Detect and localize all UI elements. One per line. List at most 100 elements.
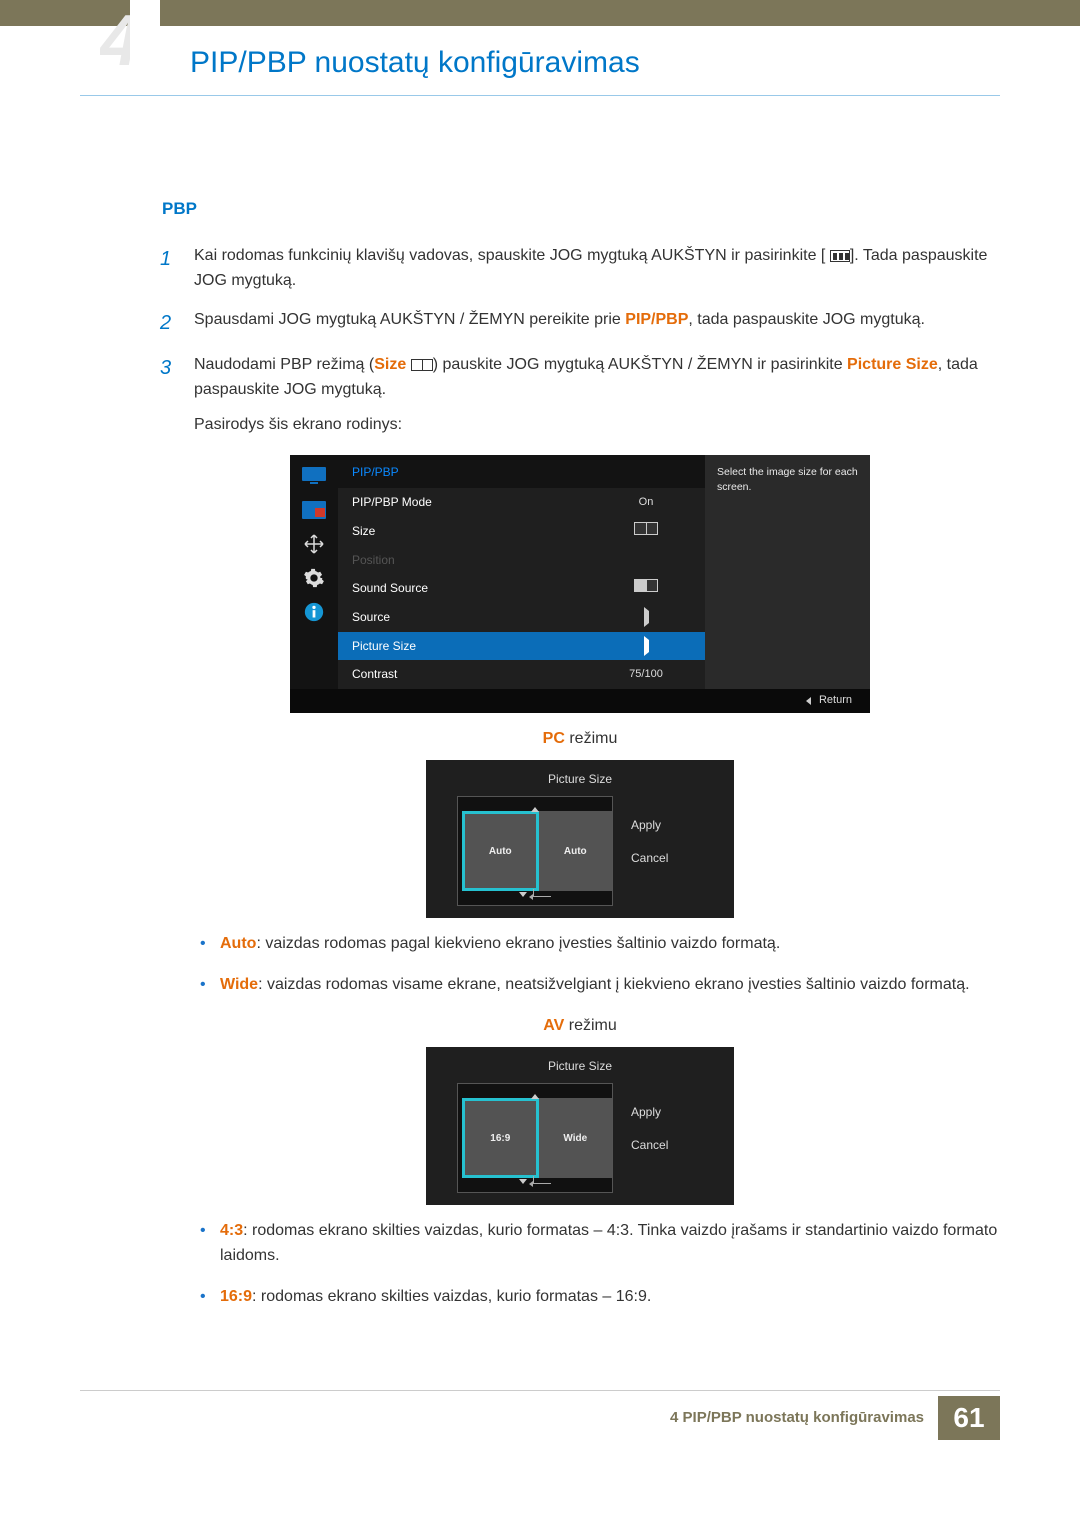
osd-row-contrast[interactable]: Contrast 75/100 — [338, 660, 705, 689]
row-label: Contrast — [352, 665, 601, 684]
pbp-left-pane[interactable]: 16:9 — [462, 1098, 539, 1178]
apply-button[interactable]: Apply — [631, 816, 703, 835]
footer-line — [80, 1390, 1000, 1391]
osd-tip-panel: Select the image size for each screen. — [705, 455, 870, 689]
pc-mode-bullets: Auto: vaizdas rodomas pagal kiekvieno ek… — [200, 932, 1000, 998]
text: Naudodami PBP režimą ( — [194, 356, 374, 373]
list-item: Wide: vaizdas rodomas visame ekrane, nea… — [200, 973, 1000, 998]
text: : vaizdas rodomas pagal kiekvieno ekrano… — [256, 935, 780, 952]
text: : rodomas ekrano skilties vaizdas, kurio… — [252, 1288, 651, 1305]
row-label: Source — [352, 608, 601, 627]
cancel-button[interactable]: Cancel — [631, 849, 703, 868]
page-number: 61 — [938, 1396, 1000, 1440]
text: : rodomas ekrano skilties vaizdas, kurio… — [220, 1222, 997, 1264]
list-item: Auto: vaizdas rodomas pagal kiekvieno ek… — [200, 932, 1000, 957]
osd-menu: PIP/PBP PIP/PBP Mode On Size Position — [290, 455, 870, 713]
highlight: Auto — [220, 935, 256, 952]
pc-mode-dialog: Picture Size Auto Auto Apply Cancel — [426, 760, 734, 919]
osd-row-picture-size[interactable]: Picture Size — [338, 632, 705, 661]
list-item: 16:9: rodomas ekrano skilties vaizdas, k… — [200, 1285, 1000, 1310]
apply-button[interactable]: Apply — [631, 1103, 703, 1122]
pbp-right-pane[interactable]: Wide — [539, 1098, 612, 1178]
highlight: PIP/PBP — [625, 311, 688, 328]
step-body: Kai rodomas funkcinių klavišų vadovas, s… — [194, 244, 1000, 294]
step-number: 3 — [160, 353, 194, 437]
osd-row-mode[interactable]: PIP/PBP Mode On — [338, 488, 705, 517]
row-value — [601, 579, 691, 598]
sound-source-icon — [634, 579, 658, 592]
highlight: Wide — [220, 976, 258, 993]
return-label[interactable]: Return — [819, 692, 852, 709]
av-mode-label: AV režimu — [160, 1014, 1000, 1039]
arrow-down-icon — [519, 1179, 527, 1184]
arrow-left-icon — [806, 697, 811, 705]
header-underline — [80, 95, 1000, 96]
page-footer: 4 PIP/PBP nuostatų konfigūravimas 61 — [0, 1396, 1080, 1440]
monitor-icon[interactable] — [297, 461, 331, 491]
list-item: 4:3: rodomas ekrano skilties vaizdas, ku… — [200, 1219, 1000, 1269]
pc-mode-label: PC režimu — [160, 727, 1000, 752]
osd-side-icons — [290, 455, 338, 689]
osd-row-sound[interactable]: Sound Source — [338, 574, 705, 603]
row-label: Sound Source — [352, 579, 601, 598]
dialog-title: Picture Size — [426, 1057, 734, 1076]
step-3: 3 Naudodami PBP režimą (Size ) pauskite … — [160, 353, 1000, 437]
step-body: Naudodami PBP režimą (Size ) pauskite JO… — [194, 353, 1000, 437]
text: Spausdami JOG mygtuką AUKŠTYN / ŽEMYN pe… — [194, 311, 625, 328]
pbp-right-pane[interactable]: Auto — [539, 811, 612, 891]
picture-icon[interactable] — [297, 495, 331, 525]
osd-row-size[interactable]: Size — [338, 517, 705, 546]
top-khaki-bar — [0, 0, 1080, 26]
menu-grid-icon — [830, 250, 850, 262]
enter-icon — [533, 1176, 551, 1184]
row-value — [601, 609, 691, 626]
step-number: 1 — [160, 244, 194, 294]
step-number: 2 — [160, 308, 194, 339]
av-mode-bullets: 4:3: rodomas ekrano skilties vaizdas, ku… — [200, 1219, 1000, 1309]
highlight: Picture Size — [847, 356, 938, 373]
arrow-right-icon — [644, 607, 649, 627]
pbp-preview: Auto Auto — [457, 796, 613, 906]
page-header: 4 PIP/PBP nuostatų konfigūravimas — [0, 26, 1080, 96]
text: režimu — [565, 730, 617, 747]
step-2: 2 Spausdami JOG mygtuką AUKŠTYN / ŽEMYN … — [160, 308, 1000, 339]
row-label: Picture Size — [352, 637, 601, 656]
text: Kai rodomas funkcinių klavišų vadovas, s… — [194, 247, 825, 264]
text: ) pauskite JOG mygtuką AUKŠTYN / ŽEMYN i… — [433, 356, 847, 373]
highlight: Size — [374, 356, 406, 373]
enter-icon — [533, 889, 551, 897]
highlight: AV — [543, 1017, 564, 1034]
text: režimu — [564, 1017, 616, 1034]
text: , tada paspauskite JOG mygtuką. — [688, 311, 925, 328]
row-value: On — [601, 494, 691, 511]
info-icon[interactable] — [297, 597, 331, 627]
page-title: PIP/PBP nuostatų konfigūravimas — [190, 46, 1080, 80]
osd-row-position: Position — [338, 546, 705, 575]
osd-row-source[interactable]: Source — [338, 603, 705, 632]
row-value: 75/100 — [601, 666, 691, 683]
highlight: 4:3 — [220, 1222, 243, 1239]
row-label: PIP/PBP Mode — [352, 493, 601, 512]
pbp-split-icon — [411, 359, 433, 371]
arrow-down-icon — [519, 892, 527, 897]
arrow-right-icon — [644, 636, 649, 656]
chapter-number-bg: 4 — [100, 0, 160, 70]
dialog-title: Picture Size — [426, 770, 734, 789]
section-heading: PBP — [162, 196, 1000, 222]
osd-menu-list: PIP/PBP PIP/PBP Mode On Size Position — [338, 455, 705, 689]
gear-icon[interactable] — [297, 563, 331, 593]
highlight: 16:9 — [220, 1288, 252, 1305]
arrow-up-icon — [531, 807, 539, 812]
move-icon[interactable] — [297, 529, 331, 559]
osd-footer: Return — [290, 689, 870, 713]
arrow-up-icon — [531, 1094, 539, 1099]
caption: Pasirodys šis ekrano rodinys: — [194, 413, 1000, 438]
footer-chapter: 4 PIP/PBP nuostatų konfigūravimas — [670, 1409, 924, 1426]
pbp-left-pane[interactable]: Auto — [462, 811, 539, 891]
osd-title: PIP/PBP — [338, 455, 705, 488]
step-body: Spausdami JOG mygtuką AUKŠTYN / ŽEMYN pe… — [194, 308, 1000, 339]
highlight: PC — [543, 730, 565, 747]
pbp-preview: 16:9 Wide — [457, 1083, 613, 1193]
cancel-button[interactable]: Cancel — [631, 1136, 703, 1155]
av-mode-dialog: Picture Size 16:9 Wide Apply Cancel — [426, 1047, 734, 1206]
